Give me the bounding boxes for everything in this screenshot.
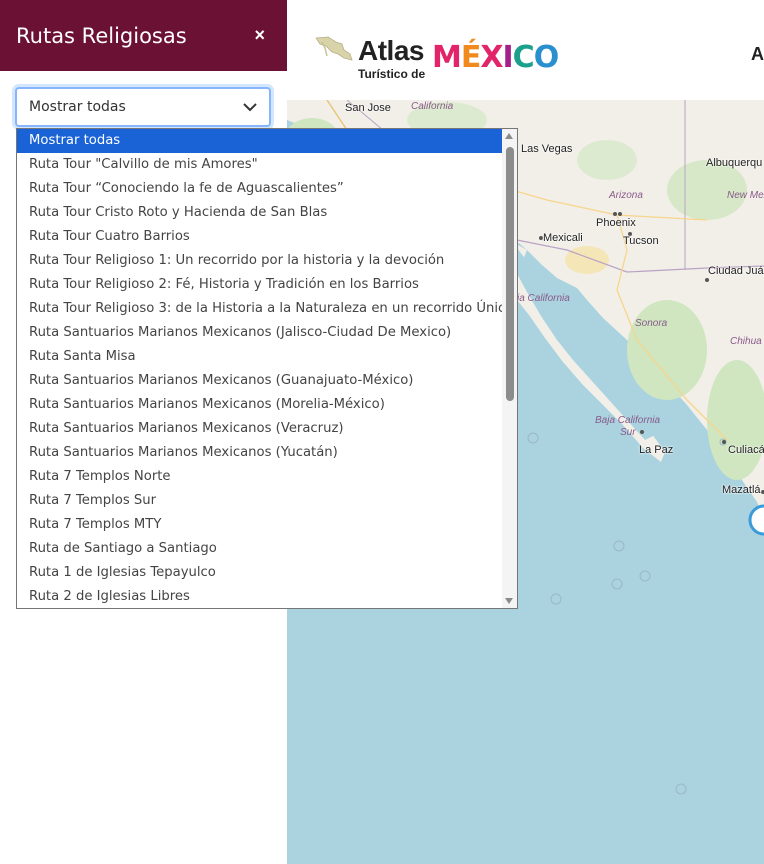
logo-subtitle: Turístico de (358, 67, 426, 81)
map-label: California (411, 101, 454, 112)
route-option[interactable]: Ruta Santa Misa (17, 345, 517, 369)
route-options-list[interactable]: Mostrar todas Ruta Tour "Calvillo de mis… (16, 128, 518, 609)
map-label: Mexicali (543, 232, 583, 244)
route-option[interactable]: Ruta 2 de Iglesias Libres (17, 585, 517, 608)
route-option[interactable]: Ruta Tour Cuatro Barrios (17, 225, 517, 249)
route-option[interactable]: Ruta 1 de Iglesias Tepayulco (17, 561, 517, 585)
map-label: ja California (517, 293, 570, 304)
route-option[interactable]: Ruta Tour Religioso 2: Fé, Historia y Tr… (17, 273, 517, 297)
mexico-map-icon (315, 36, 353, 61)
top-header: Atlas Turístico de MÉXICO A (287, 0, 764, 100)
route-option[interactable]: Ruta Santuarios Marianos Mexicanos (Vera… (17, 417, 517, 441)
sidebar-title: Rutas Religiosas (16, 23, 187, 48)
map-label: Las Vegas (521, 143, 573, 155)
map-label: Sur (620, 427, 636, 438)
scroll-up-icon[interactable] (505, 133, 513, 139)
close-icon[interactable]: × (254, 25, 265, 46)
map-label: San Jose (345, 102, 391, 114)
map-label: Sonora (635, 318, 668, 329)
route-option[interactable]: Ruta Tour "Calvillo de mis Amores" (17, 153, 517, 177)
header-nav-text[interactable]: A (751, 44, 764, 65)
route-option[interactable]: Ruta Santuarios Marianos Mexicanos (Jali… (17, 321, 517, 345)
map-label: New Mex (727, 190, 764, 201)
route-option[interactable]: Ruta 7 Templos Norte (17, 465, 517, 489)
route-select-value: Mostrar todas (29, 99, 126, 115)
map-label: Ciudad Juá (708, 265, 764, 277)
route-marker-icon (748, 504, 764, 536)
route-option[interactable]: Ruta Tour Religioso 1: Un recorrido por … (17, 249, 517, 273)
map-label: Tucson (623, 235, 659, 247)
route-option[interactable]: Ruta Tour Religioso 3: de la Historia a … (17, 297, 517, 321)
scrollbar[interactable] (502, 129, 517, 608)
map-label: Chihua (730, 336, 762, 347)
map-label: La Paz (639, 444, 674, 456)
logo-mexico-text: MÉXICO (432, 40, 559, 75)
map-label: Culiacán (728, 444, 764, 456)
map-label: Baja California (595, 415, 661, 426)
route-option[interactable]: Ruta Tour Cristo Roto y Hacienda de San … (17, 201, 517, 225)
map-label: Arizona (609, 190, 643, 201)
map-label: Mazatlá (722, 484, 761, 496)
route-select[interactable]: Mostrar todas (15, 87, 271, 127)
atlas-mexico-logo[interactable]: Atlas Turístico de MÉXICO (314, 34, 559, 81)
route-option[interactable]: Ruta Santuarios Marianos Mexicanos (Guan… (17, 369, 517, 393)
sidebar-header: Rutas Religiosas × (0, 0, 287, 71)
route-option[interactable]: Ruta Tour “Conociendo la fe de Aguascali… (17, 177, 517, 201)
route-option[interactable]: Mostrar todas (17, 129, 503, 153)
scroll-down-icon[interactable] (505, 598, 513, 604)
route-option[interactable]: Ruta Santuarios Marianos Mexicanos (Yuca… (17, 441, 517, 465)
route-option[interactable]: Ruta de Santiago a Santiago (17, 537, 517, 561)
chevron-down-icon (243, 102, 257, 111)
scroll-thumb[interactable] (506, 147, 514, 401)
map-label: Albuquerqu (706, 157, 763, 169)
map-label: Phoenix (596, 217, 636, 229)
route-option[interactable]: Ruta 7 Templos MTY (17, 513, 517, 537)
route-option[interactable]: Ruta Santuarios Marianos Mexicanos (More… (17, 393, 517, 417)
logo-atlas-text: Atlas (358, 35, 424, 66)
route-option[interactable]: Ruta 7 Templos Sur (17, 489, 517, 513)
